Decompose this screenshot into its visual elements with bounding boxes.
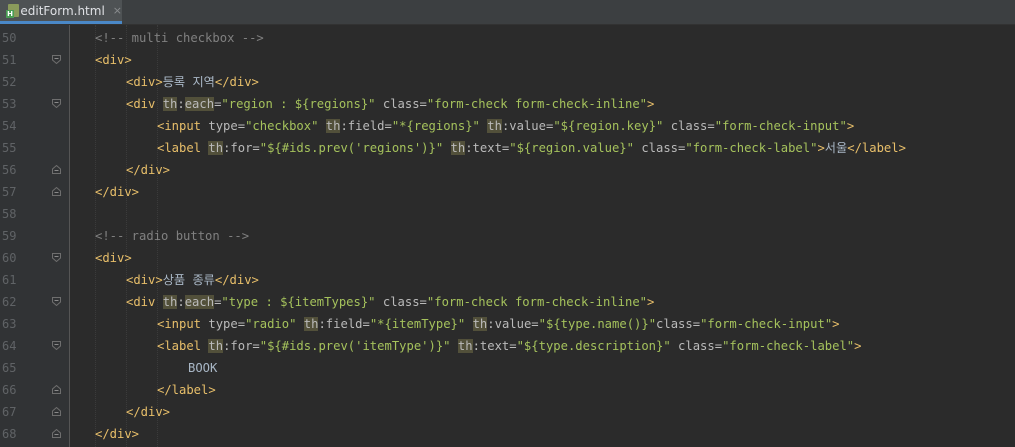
code-text: <div th:each="region : ${regions}" class…	[126, 97, 655, 111]
fold-end-icon[interactable]	[52, 385, 61, 394]
code-text: <div>	[95, 53, 132, 67]
code-text: <input type="radio" th:field="*{itemType…	[157, 317, 840, 331]
line-number: 65	[2, 361, 17, 375]
code-line[interactable]: 51 <div>	[0, 49, 1015, 71]
fold-expand-icon[interactable]	[52, 297, 61, 306]
tab-editform-html[interactable]: H editForm.html ×	[0, 0, 122, 24]
code-line[interactable]: 53 <div th:each="region : ${regions}" cla…	[0, 93, 1015, 115]
line-number: 63	[2, 317, 17, 331]
code-line[interactable]: 64 <label th:for="${#ids.prev('itemType')…	[0, 335, 1015, 357]
line-number: 68	[2, 427, 17, 441]
code-line[interactable]: 62 <div th:each="type : ${itemTypes}" cla…	[0, 291, 1015, 313]
html-file-icon: H	[6, 3, 19, 18]
line-number: 66	[2, 383, 17, 397]
code-text: <div>상품 종류</div>	[126, 273, 259, 287]
line-number: 51	[2, 53, 17, 67]
code-line[interactable]: 54 <input type="checkbox" th:field="*{reg…	[0, 115, 1015, 137]
line-number: 61	[2, 273, 17, 287]
code-line[interactable]: 63 <input type="radio" th:field="*{itemTy…	[0, 313, 1015, 335]
line-number: 53	[2, 97, 17, 111]
code-line[interactable]: 68 </div>	[0, 423, 1015, 445]
tab-filename: editForm.html	[20, 3, 105, 18]
code-text: BOOK	[188, 361, 218, 375]
fold-expand-icon[interactable]	[52, 55, 61, 64]
code-line[interactable]: 50 <!-- multi checkbox -->	[0, 27, 1015, 49]
line-number: 64	[2, 339, 17, 353]
fold-expand-icon[interactable]	[52, 341, 61, 350]
code-text: <div>	[95, 251, 132, 265]
fold-end-icon[interactable]	[52, 407, 61, 416]
code-line[interactable]: 66 </label>	[0, 379, 1015, 401]
code-text: <!-- radio button -->	[95, 229, 250, 243]
code-line[interactable]: 59 <!-- radio button -->	[0, 225, 1015, 247]
code-line[interactable]: 55 <label th:for="${#ids.prev('regions')}…	[0, 137, 1015, 159]
line-number: 58	[2, 207, 17, 221]
code-text: <label th:for="${#ids.prev('itemType')}"…	[157, 339, 862, 353]
code-text: </div>	[126, 163, 171, 177]
line-number: 67	[2, 405, 17, 419]
line-number: 55	[2, 141, 17, 155]
code-text: </div>	[126, 405, 171, 419]
code-line[interactable]: 60 <div>	[0, 247, 1015, 269]
fold-end-icon[interactable]	[52, 187, 61, 196]
code-text: </label>	[157, 383, 216, 397]
code-editor[interactable]: 50 <!-- multi checkbox --> 51 <div> 52 <div>등…	[0, 25, 1015, 447]
line-number: 52	[2, 75, 17, 89]
line-number: 50	[2, 31, 17, 45]
fold-expand-icon[interactable]	[52, 253, 61, 262]
code-text: <div>등록 지역</div>	[126, 75, 259, 89]
code-text: <div th:each="type : ${itemTypes}" class…	[126, 295, 655, 309]
fold-end-icon[interactable]	[52, 429, 61, 438]
code-text: </div>	[95, 427, 140, 441]
code-line[interactable]: 61 <div>상품 종류</div>	[0, 269, 1015, 291]
fold-end-icon[interactable]	[52, 165, 61, 174]
line-number: 62	[2, 295, 17, 309]
code-line[interactable]: 56 </div>	[0, 159, 1015, 181]
code-line[interactable]: 65 BOOK	[0, 357, 1015, 379]
code-text: <label th:for="${#ids.prev('regions')}" …	[157, 141, 906, 155]
code-line[interactable]: 57 </div>	[0, 181, 1015, 203]
close-icon[interactable]: ×	[113, 4, 122, 17]
code-line[interactable]: 58	[0, 203, 1015, 225]
fold-expand-icon[interactable]	[52, 99, 61, 108]
code-text: <input type="checkbox" th:field="*{regio…	[157, 119, 855, 133]
line-number: 56	[2, 163, 17, 177]
code-text: <!-- multi checkbox -->	[95, 31, 264, 45]
line-number: 60	[2, 251, 17, 265]
line-number: 57	[2, 185, 17, 199]
code-line[interactable]: 67 </div>	[0, 401, 1015, 423]
code-line[interactable]: 52 <div>등록 지역</div>	[0, 71, 1015, 93]
code-text: </div>	[95, 185, 140, 199]
editor-tab-bar: H editForm.html ×	[0, 0, 1015, 25]
line-number: 54	[2, 119, 17, 133]
line-number: 59	[2, 229, 17, 243]
